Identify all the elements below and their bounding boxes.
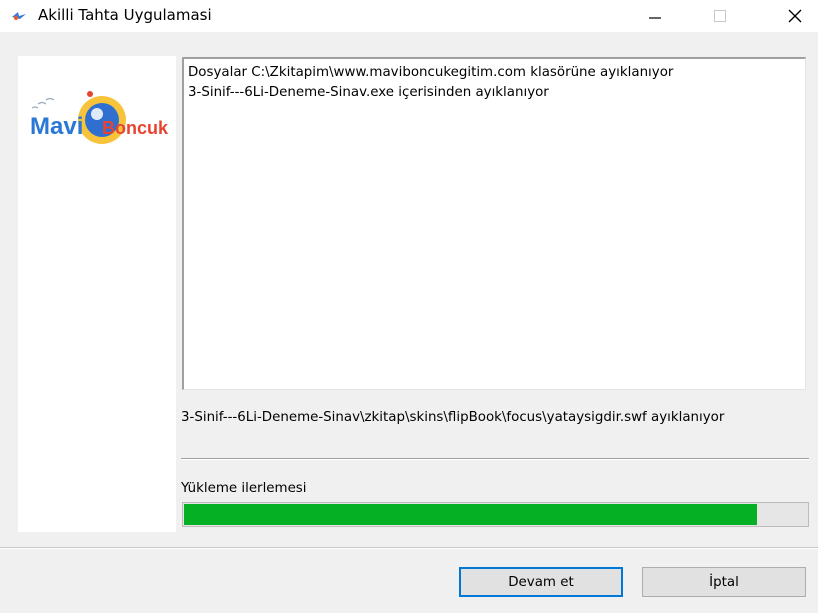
close-icon (788, 9, 802, 23)
footer-divider (0, 547, 818, 549)
log-line: 3-Sinif---6Li-Deneme-Sinav.exe içerisind… (188, 85, 549, 100)
cancel-button[interactable]: İptal (642, 567, 806, 597)
logo-tagline: eğitim (96, 146, 112, 152)
mavi-boncuk-logo: Mavi Boncuk eğitim (30, 91, 169, 152)
logo-word-mavi: Mavi (30, 113, 83, 140)
maximize-button (697, 0, 743, 32)
minimize-icon (649, 17, 661, 19)
window-title: Akilli Tahta Uygulamasi (38, 6, 212, 24)
progress-label: Yükleme ilerlemesi (181, 481, 307, 496)
logo-word-boncuk: Boncuk (102, 118, 169, 138)
title-bar[interactable]: Akilli Tahta Uygulamasi (0, 0, 818, 32)
close-button[interactable] (772, 0, 818, 32)
install-progress-bar (182, 502, 809, 527)
continue-button[interactable]: Devam et (459, 567, 623, 597)
current-file-status: 3-Sinif---6Li-Deneme-Sinav\zkitap\skins\… (181, 410, 725, 425)
app-icon (12, 12, 26, 20)
progress-fill (184, 504, 757, 525)
log-line: Dosyalar C:\Zkitapim\www.maviboncukegiti… (188, 65, 674, 80)
divider (181, 458, 809, 460)
logo-panel: Mavi Boncuk eğitim (18, 56, 176, 532)
extraction-log[interactable]: Dosyalar C:\Zkitapim\www.maviboncukegiti… (182, 57, 806, 390)
minimize-button[interactable] (632, 0, 678, 32)
maximize-icon (714, 10, 726, 22)
